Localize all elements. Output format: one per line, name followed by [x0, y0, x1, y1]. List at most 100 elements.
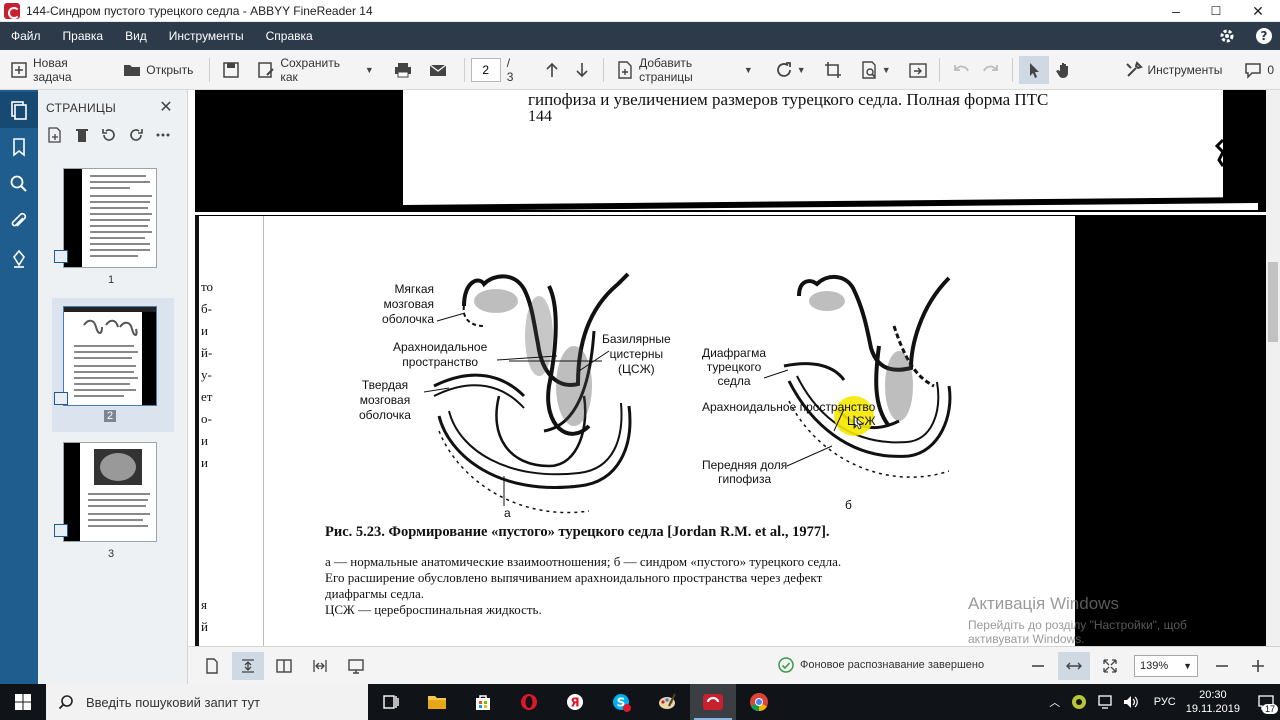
- rotate-button[interactable]: ▼: [769, 56, 812, 84]
- page-thumbnail-2[interactable]: 2: [52, 298, 174, 432]
- undo-button[interactable]: [946, 56, 976, 84]
- opera-browser-icon[interactable]: [506, 684, 552, 720]
- store-icon[interactable]: [460, 684, 506, 720]
- redo-icon: [982, 61, 1000, 79]
- page-number-input[interactable]: [470, 57, 501, 82]
- email-button[interactable]: [423, 56, 458, 84]
- figure-caption-title: Рис. 5.23. Формирование «пустого» турецк…: [325, 524, 830, 540]
- input-language[interactable]: РУС: [1154, 696, 1176, 708]
- comments-count: 0: [1267, 62, 1275, 77]
- view-single-page-icon[interactable]: [196, 652, 228, 680]
- menu-file[interactable]: Файл: [0, 29, 52, 43]
- add-pages-button[interactable]: Добавить страницы ▼: [610, 56, 759, 84]
- new-task-button[interactable]: Новая задача: [4, 56, 109, 84]
- comments-button[interactable]: 0: [1238, 56, 1280, 84]
- page-number-label: 2: [104, 410, 117, 422]
- help-icon[interactable]: ?: [1253, 25, 1275, 47]
- save-as-dropdown-icon[interactable]: ▼: [365, 65, 374, 75]
- chrome-icon[interactable]: [736, 684, 782, 720]
- page-number-label: 3: [108, 548, 115, 560]
- attachment-icon[interactable]: [0, 204, 38, 240]
- recognize-button[interactable]: ▼: [854, 56, 897, 84]
- yandex-browser-icon[interactable]: Я: [552, 684, 598, 720]
- bookmark-icon[interactable]: [0, 129, 38, 165]
- zoom-out-fit-icon[interactable]: [1022, 652, 1054, 680]
- signature-pen-icon[interactable]: [0, 241, 38, 277]
- label-line: Диафрагма: [702, 346, 767, 360]
- view-fullscreen-icon[interactable]: [340, 652, 372, 680]
- taskbar-search-box[interactable]: Введіть пошуковий запит тут: [46, 684, 368, 720]
- menu-edit[interactable]: Правка: [52, 29, 115, 43]
- recognized-page-icon: [54, 524, 68, 537]
- print-button[interactable]: [388, 56, 423, 84]
- select-tool-button[interactable]: [1018, 55, 1049, 84]
- view-two-pages-icon[interactable]: [268, 652, 300, 680]
- prev-page-button[interactable]: [537, 56, 567, 84]
- menu-bar: Файл Правка Вид Инструменты Справка ?: [0, 22, 1280, 50]
- settings-gear-icon[interactable]: [1216, 25, 1238, 47]
- view-fit-width-icon[interactable]: [304, 652, 336, 680]
- vpn-shield-icon[interactable]: [1070, 693, 1088, 711]
- export-button[interactable]: [903, 56, 933, 84]
- tray-chevron-up-icon[interactable]: ︿: [1044, 694, 1066, 710]
- recognize-dropdown-icon[interactable]: ▼: [882, 65, 891, 75]
- add-pages-dropdown-icon[interactable]: ▼: [744, 65, 753, 75]
- tools-wrench-icon: [1125, 60, 1143, 79]
- delete-trash-icon[interactable]: [73, 126, 90, 143]
- label-line: Передняя доля: [702, 458, 788, 472]
- crop-button[interactable]: [818, 56, 848, 84]
- next-page-button[interactable]: [567, 56, 597, 84]
- pan-tool-button[interactable]: [1049, 56, 1079, 84]
- notifications-icon[interactable]: 17: [1252, 684, 1280, 720]
- tools-button[interactable]: Инструменты: [1119, 56, 1229, 84]
- zoom-level-select[interactable]: 139% ▼: [1134, 655, 1198, 677]
- skype-icon[interactable]: S: [598, 684, 644, 720]
- system-tray: ︿ РУС 20:30 19.11.2019 17: [1044, 684, 1280, 720]
- label-arachnoid-space-b: Арахноидальное пространство: [702, 400, 876, 414]
- fit-page-icon[interactable]: [1094, 652, 1126, 680]
- open-label: Открыть: [146, 62, 194, 77]
- pages-icon[interactable]: [0, 92, 38, 128]
- save-button[interactable]: [216, 56, 251, 84]
- scrollbar-thumb[interactable]: [1268, 262, 1278, 342]
- menu-tools[interactable]: Инструменты: [158, 29, 255, 43]
- search-icon[interactable]: [0, 166, 38, 202]
- save-as-button[interactable]: Сохранить как ▼: [251, 56, 379, 84]
- rotate-icon: [775, 61, 793, 79]
- vertical-scrollbar[interactable]: [1266, 90, 1280, 646]
- view-fit-height-icon[interactable]: [232, 651, 264, 680]
- clock[interactable]: 20:30 19.11.2019: [1186, 688, 1240, 716]
- maximize-button[interactable]: ☐: [1196, 0, 1236, 22]
- close-button[interactable]: ✕: [1238, 0, 1278, 22]
- document-view[interactable]: гипофиза и увеличением размеров турецког…: [195, 90, 1266, 646]
- page-thumbnail-1[interactable]: 1: [52, 164, 174, 288]
- fit-width-arrows-icon[interactable]: [1058, 652, 1090, 680]
- zoom-out-icon[interactable]: [1206, 652, 1238, 680]
- page-thumbnail-3[interactable]: 3: [52, 440, 174, 564]
- open-button[interactable]: Открыть: [117, 56, 199, 84]
- add-page-icon[interactable]: [46, 126, 63, 143]
- zoom-level-value: 139%: [1140, 660, 1169, 672]
- windows-start-icon[interactable]: [0, 684, 46, 720]
- page-3-preview: [63, 442, 157, 542]
- paint-icon[interactable]: [644, 684, 690, 720]
- rotate-left-icon[interactable]: [100, 126, 117, 143]
- minimize-button[interactable]: –: [1156, 0, 1196, 22]
- menu-view[interactable]: Вид: [114, 29, 158, 43]
- network-icon[interactable]: [1096, 693, 1114, 711]
- volume-icon[interactable]: [1122, 693, 1140, 711]
- panel-close-icon[interactable]: ✕: [156, 97, 176, 117]
- page-2-preview: [63, 306, 157, 406]
- abbyy-finereader-taskbar-icon[interactable]: [690, 684, 736, 720]
- file-explorer-icon[interactable]: [414, 684, 460, 720]
- redo-button[interactable]: [976, 56, 1006, 84]
- menu-help[interactable]: Справка: [255, 29, 324, 43]
- more-options-icon[interactable]: [154, 126, 171, 143]
- rotate-right-icon[interactable]: [127, 126, 144, 143]
- zoom-in-icon[interactable]: [1242, 652, 1274, 680]
- rotate-dropdown-icon[interactable]: ▼: [797, 65, 806, 75]
- toolbar-divider: [463, 57, 465, 82]
- task-view-icon[interactable]: [368, 684, 414, 720]
- arrow-up-icon: [543, 61, 561, 79]
- label-basilar-cisterns: Базилярные цистерны (ЦСЖ): [602, 332, 671, 377]
